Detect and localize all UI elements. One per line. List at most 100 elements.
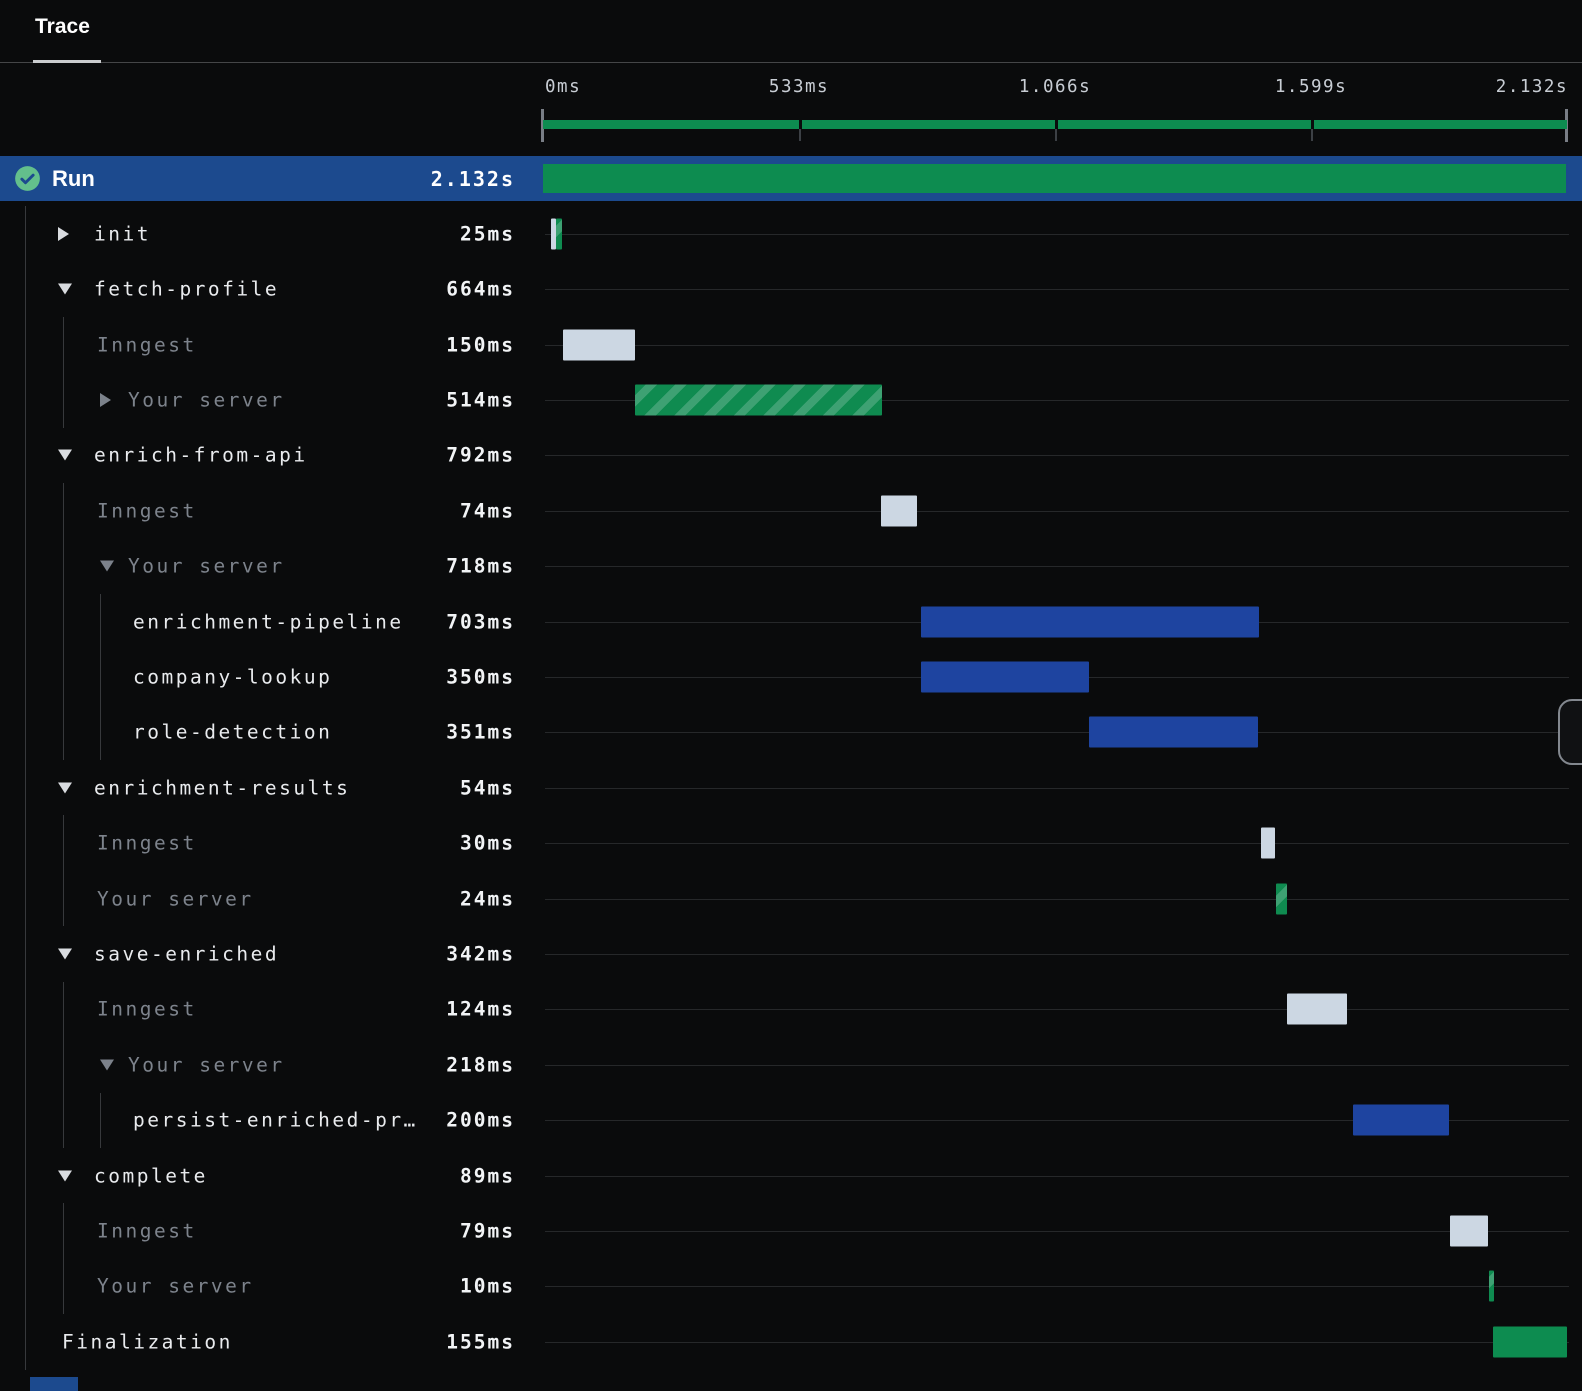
span-duration: 218ms [446, 1053, 515, 1077]
span-label-cell: Your server 218ms [0, 1037, 530, 1093]
tree-guide-line [63, 1203, 64, 1259]
span-bar-queue[interactable] [1286, 993, 1347, 1025]
tree-guide-line [25, 760, 26, 816]
caret-down-icon[interactable] [58, 283, 72, 295]
run-label: Run [52, 165, 95, 191]
tree-guide-line [25, 593, 26, 650]
trace-row[interactable]: complete 89ms [0, 1147, 1582, 1204]
axis-sub-tick [1311, 129, 1313, 141]
span-label-cell: init 25ms [0, 206, 530, 262]
span-bar-server[interactable] [1488, 1270, 1494, 1302]
trace-row[interactable]: init 25ms [0, 206, 1582, 262]
tree-guide-line [25, 981, 26, 1038]
span-bar-server[interactable] [555, 218, 563, 250]
trace-row[interactable]: enrichment-results 54ms [0, 760, 1582, 816]
span-duration: 24ms [460, 887, 515, 911]
timeline-overview-bar[interactable] [543, 120, 1567, 129]
span-duration: 792ms [446, 443, 515, 467]
row-gridline [545, 233, 1569, 235]
row-gridline [545, 1231, 1569, 1233]
axis-tick-label: 1.066s [1018, 77, 1092, 97]
span-bar-step[interactable] [920, 661, 1090, 693]
tab-trace[interactable]: Trace [35, 15, 90, 39]
span-bar-queue[interactable] [1261, 827, 1276, 859]
span-label-cell: Inngest 74ms [0, 483, 530, 539]
caret-down-icon[interactable] [58, 948, 72, 960]
tree-guide-line [63, 483, 64, 539]
trace-row[interactable]: Your server 24ms [0, 870, 1582, 927]
trace-row[interactable]: company-lookup 350ms [0, 649, 1582, 705]
span-name: enrichment-results [94, 776, 351, 800]
row-gridline [545, 898, 1569, 900]
trace-row[interactable]: Inngest 150ms [0, 316, 1582, 373]
tree-guide-line [100, 704, 101, 761]
caret-right-icon[interactable] [58, 226, 69, 241]
trace-row[interactable]: Inngest 79ms [0, 1203, 1582, 1259]
tree-guide-line [63, 316, 64, 373]
caret-right-icon[interactable] [100, 392, 111, 407]
trace-span-list: init 25ms fetch-profile 664ms Inngest 150ms Yo… [0, 206, 1582, 1370]
span-bar-final[interactable] [1492, 1326, 1567, 1358]
span-bar-step[interactable] [1352, 1104, 1449, 1136]
trace-row[interactable]: save-enriched 342ms [0, 926, 1582, 982]
tree-guide-line [63, 704, 64, 761]
caret-down-icon[interactable] [100, 560, 114, 572]
tree-guide-line [25, 649, 26, 705]
caret-down-icon[interactable] [58, 1170, 72, 1182]
run-duration: 2.132s [430, 166, 515, 191]
trace-row[interactable]: Your server 514ms [0, 372, 1582, 428]
partially-visible-row[interactable] [30, 1377, 78, 1391]
tree-guide-line [63, 870, 64, 927]
span-duration: 342ms [446, 942, 515, 966]
trace-row[interactable]: enrich-from-api 792ms [0, 427, 1582, 484]
span-duration: 150ms [446, 333, 515, 357]
trace-row[interactable]: fetch-profile 664ms [0, 261, 1582, 317]
span-name: init [94, 222, 151, 246]
tab-bar: Trace [0, 0, 1582, 63]
tree-guide-line [25, 1258, 26, 1315]
trace-row[interactable]: enrichment-pipeline 703ms [0, 593, 1582, 650]
trace-row[interactable]: Your server 718ms [0, 538, 1582, 594]
tree-guide-line [63, 981, 64, 1038]
caret-down-icon[interactable] [100, 1059, 114, 1071]
caret-down-icon[interactable] [58, 782, 72, 794]
span-duration: 124ms [446, 997, 515, 1021]
span-bar-queue[interactable] [1449, 1215, 1488, 1247]
trace-row[interactable]: Inngest 74ms [0, 483, 1582, 539]
span-bar-server[interactable] [1275, 883, 1288, 915]
overview-notch [1311, 120, 1314, 129]
span-duration: 351ms [446, 720, 515, 744]
span-label-cell: complete 89ms [0, 1147, 530, 1204]
run-span-bar[interactable] [543, 164, 1566, 193]
tree-guide-line [25, 1203, 26, 1259]
axis-tick-label: 2.132s [1495, 77, 1568, 97]
span-bar-step[interactable] [920, 606, 1259, 638]
trace-row[interactable]: Your server 218ms [0, 1037, 1582, 1093]
axis-tick-label: 533ms [768, 77, 830, 97]
tree-guide-line [25, 1147, 26, 1204]
trace-row[interactable]: role-detection 351ms [0, 704, 1582, 761]
tree-guide-line [25, 815, 26, 871]
span-label-cell: persist-enriched-pr… 200ms [0, 1092, 530, 1148]
span-name: complete [94, 1164, 208, 1188]
span-duration: 74ms [460, 499, 515, 523]
tree-guide-line [25, 372, 26, 428]
span-name: Inngest [97, 1219, 197, 1243]
run-row[interactable]: Run 2.132s [0, 156, 1582, 201]
span-bar-step[interactable] [1089, 716, 1258, 748]
trace-row[interactable]: Your server 10ms [0, 1258, 1582, 1315]
tree-guide-line [63, 372, 64, 428]
trace-row[interactable]: Inngest 30ms [0, 815, 1582, 871]
span-bar-queue[interactable] [881, 495, 917, 527]
span-name: save-enriched [94, 942, 280, 966]
tree-guide-line [63, 593, 64, 650]
trace-row[interactable]: persist-enriched-pr… 200ms [0, 1092, 1582, 1148]
trace-row[interactable]: Inngest 124ms [0, 981, 1582, 1038]
trace-row[interactable]: Finalization 155ms [0, 1314, 1582, 1370]
span-bar-queue[interactable] [563, 329, 636, 361]
caret-down-icon[interactable] [58, 449, 72, 461]
span-bar-server[interactable] [635, 384, 883, 416]
tree-guide-line [63, 1092, 64, 1148]
scroll-handle[interactable] [1558, 699, 1582, 765]
axis-sub-tick [799, 129, 801, 141]
